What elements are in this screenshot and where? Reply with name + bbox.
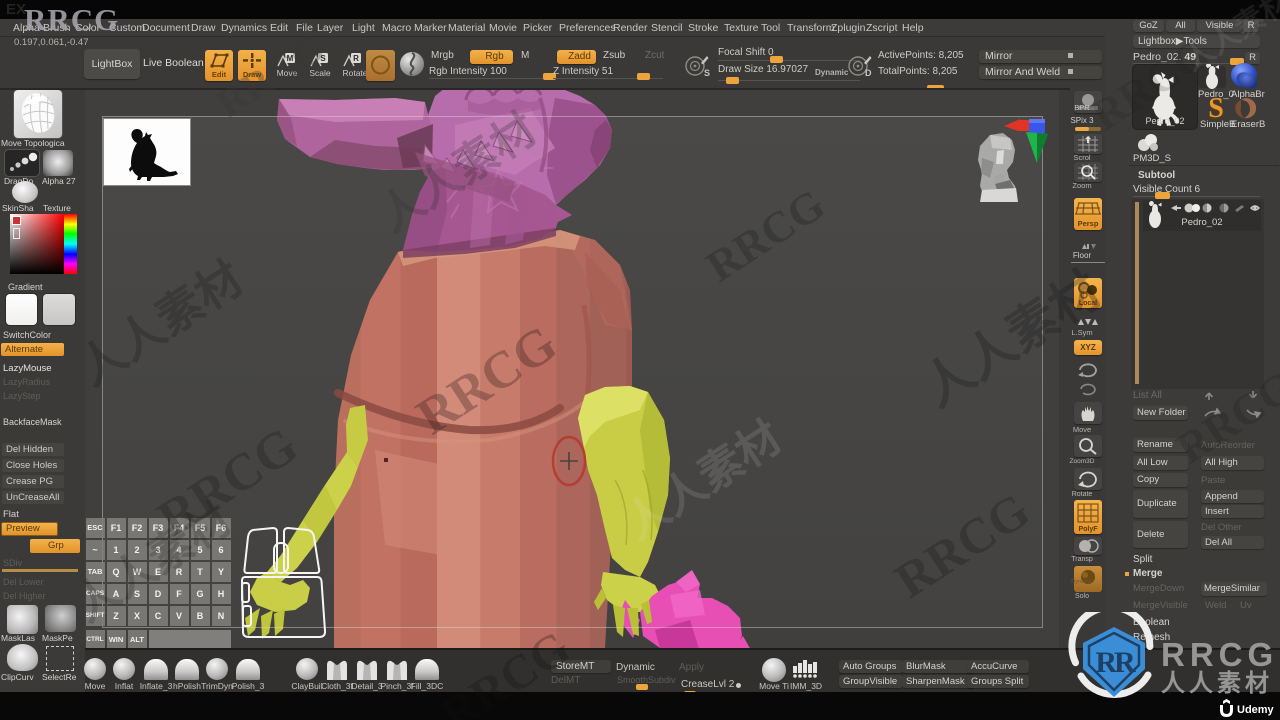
svg-text:Local: Local bbox=[1079, 300, 1097, 307]
svg-text:Persp: Persp bbox=[1078, 219, 1099, 228]
svg-text:Edit: Edit bbox=[212, 70, 227, 79]
svg-text:PolyF: PolyF bbox=[1078, 526, 1098, 533]
svg-text:Scale: Scale bbox=[309, 68, 331, 78]
svg-text:M: M bbox=[287, 54, 294, 63]
svg-text:人人素材: 人人素材 bbox=[1161, 670, 1273, 697]
svg-text:S: S bbox=[704, 68, 710, 78]
svg-text:Rotate: Rotate bbox=[342, 68, 367, 78]
svg-text:RR: RR bbox=[1095, 646, 1136, 679]
svg-text:Draw: Draw bbox=[243, 70, 262, 79]
svg-text:RRCG: RRCG bbox=[1161, 636, 1278, 673]
svg-text:Move: Move bbox=[277, 68, 298, 78]
svg-text:D: D bbox=[865, 68, 872, 78]
svg-text:R: R bbox=[353, 54, 359, 63]
svg-text:S: S bbox=[320, 54, 326, 63]
